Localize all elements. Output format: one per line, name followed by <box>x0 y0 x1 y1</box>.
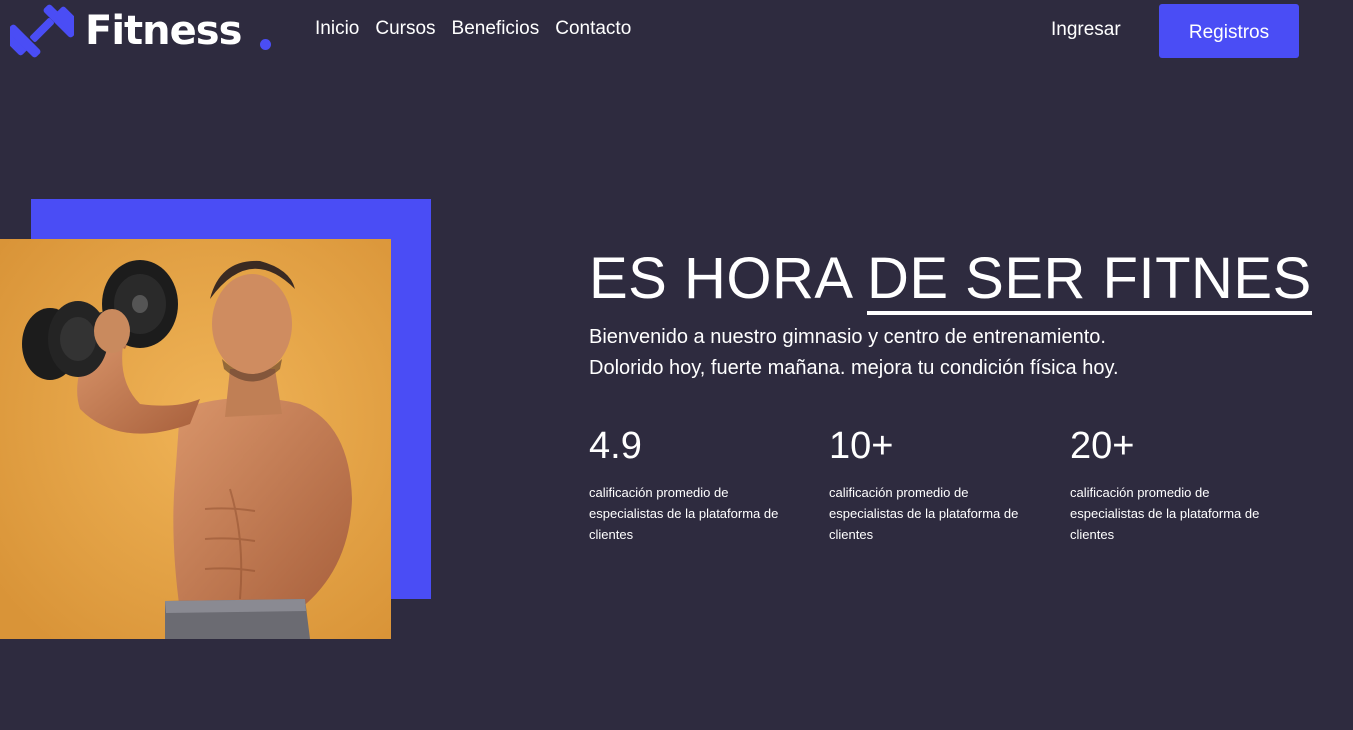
dumbbell-icon <box>10 4 74 58</box>
nav-item-contacto[interactable]: Contacto <box>555 17 631 41</box>
hero-photo <box>0 239 391 639</box>
stat-value: 20+ <box>1070 425 1135 467</box>
hero-headline: ES HORA DE SER FITNES <box>589 246 1312 315</box>
brand-dot <box>260 39 271 50</box>
nav-item-beneficios[interactable]: Beneficios <box>452 17 540 41</box>
headline-underlined: DE SER FITNES <box>866 247 1312 315</box>
register-button[interactable]: Registros <box>1159 4 1299 58</box>
stat-value: 4.9 <box>589 425 642 467</box>
stat-item: 20+ calificación promedio de especialist… <box>1070 424 1280 545</box>
login-link[interactable]: Ingresar <box>1051 18 1121 42</box>
stat-value: 10+ <box>829 425 894 467</box>
main-nav: Inicio Cursos Beneficios Contacto <box>315 17 631 41</box>
nav-item-cursos[interactable]: Cursos <box>375 17 435 41</box>
brand-name: Fitness <box>85 8 242 54</box>
nav-item-inicio[interactable]: Inicio <box>315 17 359 41</box>
hero-subtitle: Bienvenido a nuestro gimnasio y centro d… <box>589 322 1119 384</box>
stat-item: 10+ calificación promedio de especialist… <box>829 424 1039 545</box>
page: Fitness Inicio Cursos Beneficios Contact… <box>0 0 1353 730</box>
stat-description: calificación promedio de especialistas d… <box>1070 485 1260 542</box>
stat-description: calificación promedio de especialistas d… <box>589 485 779 542</box>
stat-description: calificación promedio de especialistas d… <box>829 485 1019 542</box>
headline-plain: ES HORA <box>589 246 867 311</box>
stat-item: 4.9 calificación promedio de especialist… <box>589 424 799 545</box>
subtitle-line-1: Bienvenido a nuestro gimnasio y centro d… <box>589 326 1106 348</box>
subtitle-line-2: Dolorido hoy, fuerte mañana. mejora tu c… <box>589 357 1119 379</box>
